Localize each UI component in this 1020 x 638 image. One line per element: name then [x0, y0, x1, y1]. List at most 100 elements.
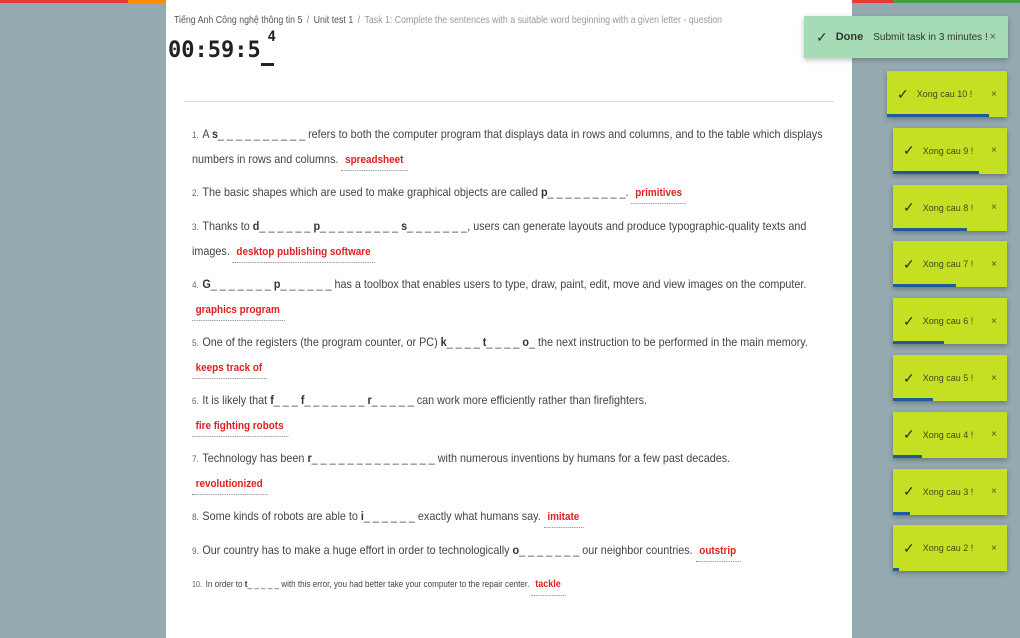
question-item: 2. The basic shapes which are used to mak…	[192, 180, 832, 205]
question-number: 3.	[192, 222, 199, 232]
toast-progress-bar	[893, 454, 922, 458]
check-icon: ✓	[903, 426, 915, 443]
question-text: _ _ _ _	[486, 335, 523, 349]
question-item: 1. A s_ _ _ _ _ _ _ _ _ _ refers to both …	[192, 122, 832, 171]
close-icon[interactable]: ×	[991, 486, 997, 497]
question-item: 10. In order to t_ _ _ _ _ with this erro…	[192, 572, 832, 597]
question-text: _ _ _ _ _ _	[259, 219, 314, 233]
question-number: 8.	[192, 512, 199, 522]
answer-input[interactable]: desktop publishing software	[232, 244, 376, 263]
check-icon: ✓	[903, 483, 915, 500]
toast-progress-bar	[887, 114, 989, 117]
divider	[184, 101, 834, 102]
answer-input[interactable]: imitate	[543, 509, 584, 528]
check-icon: ✓	[903, 369, 915, 386]
question-item: 4. G_ _ _ _ _ _ _ p_ _ _ _ _ _ has a tool…	[192, 272, 832, 321]
question-list: 1. A s_ _ _ _ _ _ _ _ _ _ refers to both …	[192, 122, 832, 606]
check-icon: ✓	[903, 199, 915, 216]
answer-input[interactable]: fire fighting robots	[192, 418, 289, 437]
check-icon: ✓	[903, 312, 915, 329]
toast-progress-bar	[893, 284, 956, 288]
close-icon[interactable]: ×	[991, 89, 997, 100]
answer-input[interactable]: outstrip	[695, 543, 741, 562]
question-number: 9.	[192, 546, 199, 556]
stripe-segment	[892, 0, 1020, 3]
question-item: 6. It is likely that f_ _ _ f_ _ _ _ _ _ …	[192, 388, 832, 437]
question-text: Some kinds of robots are able to	[202, 509, 361, 523]
close-icon[interactable]: ×	[991, 316, 997, 327]
toast-progress-bar	[893, 170, 979, 174]
breadcrumb: Tiếng Anh Công nghệ thông tin 5/Unit tes…	[174, 15, 723, 26]
question-number: 6.	[192, 396, 199, 406]
progress-toast: ✓ Xong cau 9 ! ×	[893, 127, 1007, 174]
question-text: _ _ _ _ _ _ exactly what humans say.	[363, 509, 544, 523]
question-text: _ _ _ _ _ _ _ _ _	[320, 219, 402, 233]
question-text: _ the next instruction to be performed i…	[528, 335, 808, 349]
toast-message: Xong cau 9 !	[922, 145, 974, 156]
question-text: The basic shapes which are used to make …	[202, 185, 541, 199]
close-icon[interactable]: ×	[991, 543, 997, 554]
question-item: 5. One of the registers (the program coun…	[192, 330, 832, 379]
question-number: 10.	[192, 580, 203, 589]
close-icon[interactable]: ×	[990, 31, 996, 43]
check-icon: ✓	[897, 85, 909, 102]
hint-letter: G	[202, 277, 211, 291]
progress-toast: ✓ Xong cau 3 ! ×	[893, 468, 1007, 515]
toast-message: Xong cau 5 !	[922, 373, 974, 383]
toast-message: Xong cau 2 !	[922, 543, 974, 554]
question-item: 7. Technology has been r_ _ _ _ _ _ _ _ _…	[192, 446, 832, 495]
question-text: _ _ _ _ _ _ _ _ _ _ refers to both the c…	[192, 127, 823, 166]
toast-message: Xong cau 6 !	[922, 316, 974, 327]
toast-progress-bar	[893, 511, 911, 515]
question-text: _ _ _ _ _ _ _	[210, 277, 274, 291]
check-icon: ✓	[903, 142, 915, 159]
question-item: 9. Our country has to make a huge effort …	[192, 538, 832, 563]
progress-toast: ✓ Xong cau 2 ! ×	[893, 525, 1007, 572]
answer-input[interactable]: tackle	[531, 577, 566, 596]
question-text: It is likely that	[202, 393, 271, 407]
close-icon[interactable]: ×	[991, 145, 997, 156]
close-icon[interactable]: ×	[991, 429, 997, 440]
progress-toast: ✓ Xong cau 6 ! ×	[893, 298, 1007, 345]
question-number: 7.	[192, 454, 199, 464]
toast-message: Xong cau 4 !	[922, 429, 974, 440]
progress-toast: ✓ Xong cau 10 ! ×	[887, 71, 1007, 117]
toast-message: Submit task in 3 minutes !	[873, 31, 988, 43]
progress-toast: ✓ Xong cau 4 ! ×	[893, 411, 1007, 458]
breadcrumb-task: Task 1: Complete the sentences with a su…	[364, 15, 723, 26]
close-icon[interactable]: ×	[991, 259, 997, 270]
progress-toast: ✓ Xong cau 7 ! ×	[893, 241, 1007, 288]
question-text: In order to	[205, 579, 245, 589]
answer-input[interactable]: graphics program	[192, 302, 285, 321]
answer-input[interactable]: spreadsheet	[341, 152, 408, 171]
toast-progress-bar	[893, 341, 945, 345]
progress-toast: ✓ Xong cau 5 ! ×	[893, 355, 1007, 401]
question-text: Thanks to	[202, 219, 253, 233]
check-icon: ✓	[816, 28, 828, 45]
toast-title: Done	[835, 31, 864, 43]
toast-message: Xong cau 10 !	[916, 89, 973, 99]
question-item: 8. Some kinds of robots are able to i_ _ …	[192, 504, 832, 529]
question-text: _ _ _ _ _ _ has a toolbox that enables u…	[280, 277, 807, 291]
question-text: Technology has been	[202, 451, 308, 465]
question-text: _ _ _ _ _ _ _ _ _ _ _ _ _ _ with numerou…	[311, 451, 731, 465]
task-page: Tiếng Anh Công nghệ thông tin 5/Unit tes…	[166, 0, 852, 638]
close-icon[interactable]: ×	[991, 373, 997, 384]
question-text: _ _ _ _ _ with this error, you had bette…	[247, 579, 532, 589]
question-text: A	[202, 127, 212, 141]
breadcrumb-unit[interactable]: Unit test 1	[314, 15, 354, 26]
done-toast: ✓ Done Submit task in 3 minutes ! ×	[804, 16, 1008, 58]
question-text: One of the registers (the program counte…	[202, 335, 441, 349]
check-icon: ✓	[903, 539, 915, 556]
answer-input[interactable]: primitives	[631, 185, 687, 204]
progress-toast: ✓ Xong cau 8 ! ×	[893, 184, 1007, 231]
close-icon[interactable]: ×	[991, 202, 997, 213]
answer-input[interactable]: revolutionized	[192, 476, 268, 495]
question-text: _ _ _ _ _ _ _ _ _.	[547, 185, 632, 199]
answer-input[interactable]: keeps track of	[192, 360, 267, 379]
toast-progress-bar	[893, 568, 899, 572]
question-text: _ _ _	[273, 393, 301, 407]
question-text: _ _ _ _ _ can work more efficiently rath…	[371, 393, 648, 407]
question-text: _ _ _ _	[446, 335, 483, 349]
breadcrumb-course[interactable]: Tiếng Anh Công nghệ thông tin 5	[174, 15, 302, 26]
